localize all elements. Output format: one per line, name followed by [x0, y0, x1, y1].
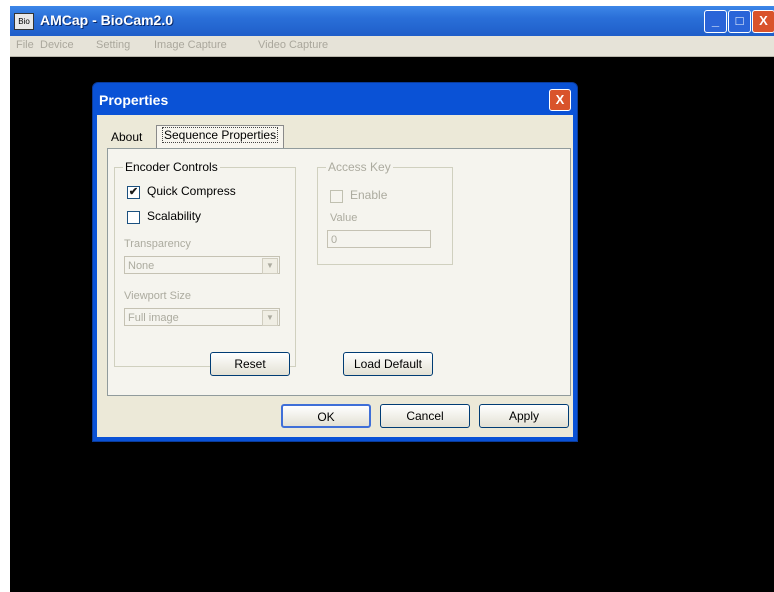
menu-file[interactable]: File — [16, 39, 34, 51]
reset-button[interactable]: Reset — [210, 352, 290, 376]
menu-device[interactable]: Device — [40, 39, 74, 51]
tab-sequence-properties[interactable]: Sequence Properties — [156, 125, 285, 148]
value-input[interactable]: 0 — [327, 230, 431, 248]
viewport-size-value: Full image — [128, 312, 179, 324]
viewport-size-select[interactable]: Full image ▼ — [124, 308, 280, 326]
menu-bar: File Device Setting Image Capture Video … — [10, 36, 774, 57]
menu-image-capture[interactable]: Image Capture — [154, 39, 227, 51]
encoder-controls-title: Encoder Controls — [123, 160, 220, 174]
checkbox-box — [330, 190, 343, 203]
cancel-button[interactable]: Cancel — [380, 404, 470, 428]
access-key-group: Access Key Enable Value 0 — [317, 160, 453, 265]
tab-sequence-properties-label: Sequence Properties — [162, 127, 279, 143]
access-key-title: Access Key — [326, 160, 393, 174]
app-title-bar[interactable]: Bio AMCap - BioCam2.0 _ □ X — [10, 6, 774, 36]
minimize-button[interactable]: _ — [704, 10, 727, 33]
transparency-value: None — [128, 260, 155, 272]
properties-dialog: Properties X About Sequence Properties E… — [92, 82, 578, 442]
maximize-button[interactable]: □ — [728, 10, 751, 33]
chevron-down-icon[interactable]: ▼ — [262, 310, 278, 326]
menu-video-capture[interactable]: Video Capture — [258, 39, 328, 51]
tab-about[interactable]: About — [111, 128, 142, 148]
transparency-select[interactable]: None ▼ — [124, 256, 280, 274]
close-button[interactable]: X — [752, 10, 774, 33]
app-icon[interactable]: Bio — [14, 13, 34, 30]
dialog-title: Properties — [99, 92, 169, 108]
apply-button[interactable]: Apply — [479, 404, 569, 428]
value-label: Value — [330, 212, 358, 224]
load-default-button[interactable]: Load Default — [343, 352, 433, 376]
checkbox-box — [127, 211, 140, 224]
enable-label: Enable — [350, 188, 388, 202]
scalability-label: Scalability — [147, 209, 202, 223]
encoder-controls-group: Encoder Controls ✔ Quick Compress Scalab… — [114, 160, 296, 367]
menu-setting[interactable]: Setting — [96, 39, 130, 51]
ok-button[interactable]: OK — [281, 404, 371, 428]
dialog-close-button[interactable]: X — [549, 89, 571, 111]
viewport-size-label: Viewport Size — [124, 290, 192, 302]
checkmark-icon: ✔ — [127, 186, 140, 199]
app-title: AMCap - BioCam2.0 — [40, 12, 174, 28]
transparency-label: Transparency — [124, 238, 191, 250]
chevron-down-icon[interactable]: ▼ — [262, 258, 278, 274]
quick-compress-label: Quick Compress — [147, 184, 236, 198]
